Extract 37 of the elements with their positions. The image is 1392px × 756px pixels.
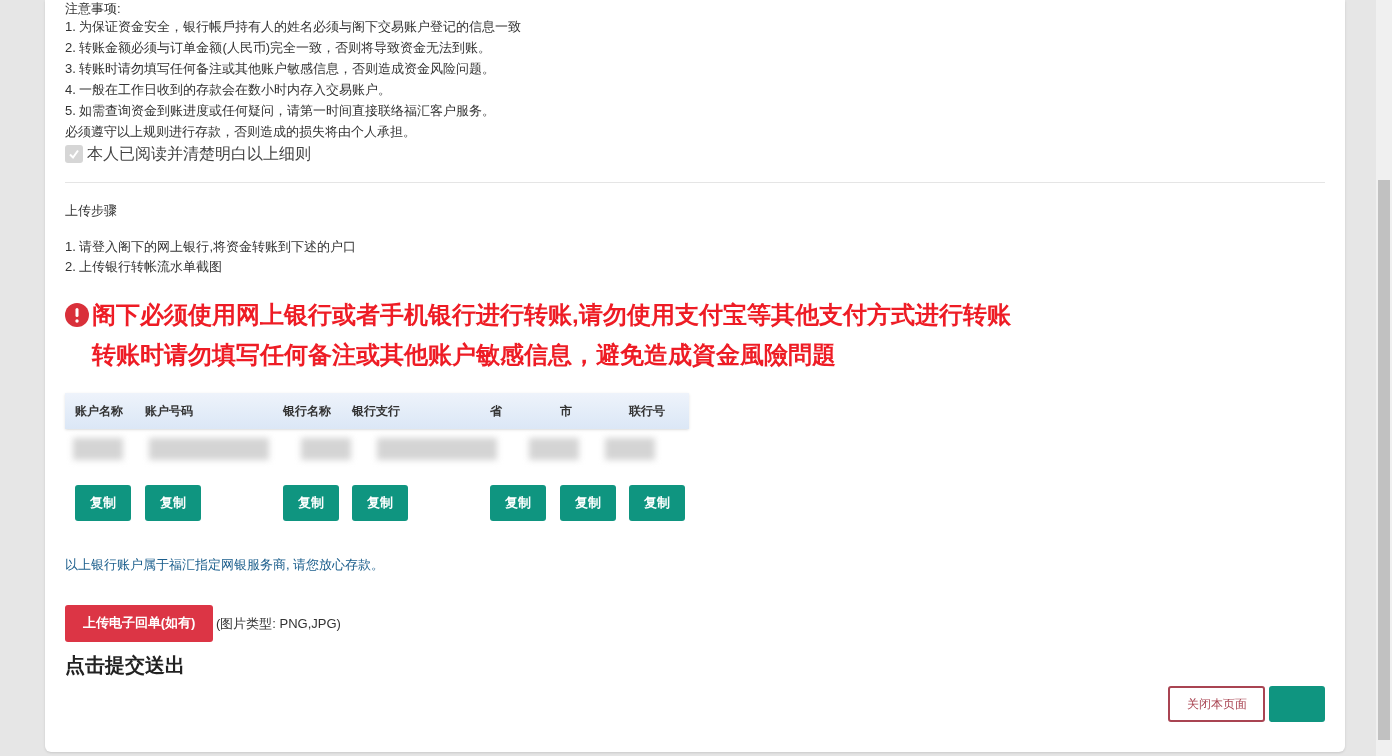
copy-button[interactable]: 复制 [144,485,201,521]
step-item: 2. 上传银行转帐流水单截图 [65,258,224,276]
notice-title: 注意事项: [65,0,122,16]
section-title: 上传步骤 [65,202,118,220]
copy-button[interactable]: 复制 [559,485,616,521]
notice-item: 4. 一般在工作日收到的存款会在数小时内存入交易账户。 [65,81,393,99]
notice-item: 2. 转账金额必须与订单金额(人民币)完全一致，否则将导致资金无法到账。 [65,39,493,57]
notice-item: 3. 转账时请勿填写任何备注或其他账户敏感信息，否则造成资金风险问题。 [65,60,497,78]
copy-button[interactable]: 复制 [352,485,409,521]
scrollbar-thumb[interactable] [1378,180,1390,740]
agreement-label: 本人已阅读并清楚明白以上细则 [87,144,311,164]
column-header: 银行名称 [281,403,332,420]
notice-item: 5. 如需查询资金到账进度或任何疑问，请第一时间直接联络福汇客户服务。 [65,102,497,120]
column-header: 联行号 [627,403,667,420]
file-type-hint: (图片类型: PNG,JPG) [216,615,341,633]
column-header: 省 [489,403,504,420]
scrollbar[interactable] [1376,0,1392,756]
warning-text: 阁下必须使用网上银行或者手机银行进行转账,请勿使用支付宝等其他支付方式进行转账 [92,300,1011,330]
account-note: 以上银行账户属于福汇指定网银服务商, 请您放心存款。 [65,556,386,574]
copy-button[interactable]: 复制 [490,485,547,521]
warning-text: 转账时请勿填写任何备注或其他账户敏感信息，避免造成資金風險問題 [92,340,836,370]
notice-item: 必须遵守以上规则进行存款，否则造成的损失将由个人承担。 [65,123,417,141]
notice-item: 1. 为保证资金安全，银行帳戶持有人的姓名必须与阁下交易账户登记的信息一致 [65,18,523,36]
column-header: 银行支行 [351,403,402,420]
column-header: 账户号码 [143,403,194,420]
copy-button[interactable]: 复制 [629,485,686,521]
copy-button[interactable]: 复制 [75,485,131,521]
step-item: 1. 请登入阁下的网上银行,将资金转账到下述的户口 [65,238,358,256]
column-header: 账户名称 [74,403,124,420]
copy-button[interactable]: 复制 [282,485,339,521]
close-page-button[interactable]: 关闭本页面 [1168,685,1265,722]
submit-button[interactable] [1269,685,1325,722]
upload-button[interactable]: 上传电子回单(如有) [65,604,213,642]
submit-title: 点击提交送出 [65,652,186,678]
alert-icon [65,303,89,327]
check-icon [68,148,80,160]
column-header: 市 [558,403,573,420]
